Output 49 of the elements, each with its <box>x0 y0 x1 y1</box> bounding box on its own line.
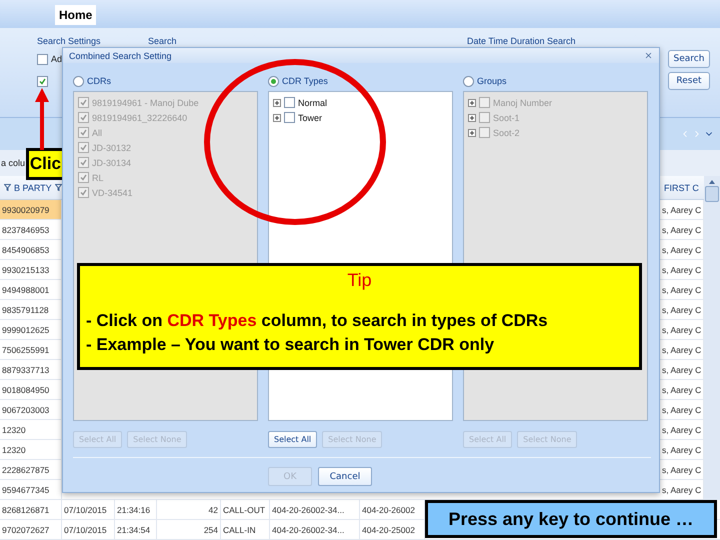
scrollbar-thumb[interactable] <box>705 186 719 202</box>
radio-label: Groups <box>477 76 507 86</box>
table-cell: 254 <box>157 520 221 539</box>
table-cell: 07/10/2015 <box>62 500 115 519</box>
list-item[interactable]: Normal <box>298 98 328 108</box>
expand-icon[interactable] <box>273 114 281 122</box>
radio-button[interactable] <box>268 76 279 86</box>
table-cell: 9702072627 <box>0 520 62 539</box>
group-label: Search <box>148 36 178 48</box>
checkbox[interactable] <box>37 76 48 86</box>
checkbox[interactable] <box>284 112 295 123</box>
ribbon-button[interactable]: Search <box>668 50 710 68</box>
arrow <box>35 88 49 150</box>
checkbox[interactable] <box>284 97 295 108</box>
filter-icon[interactable] <box>54 184 62 191</box>
home-tab[interactable]: Home <box>55 5 96 25</box>
table-cell: 42 <box>157 500 221 519</box>
dialog-button[interactable]: Cancel <box>318 467 372 486</box>
group-hint: a colu <box>1 158 26 168</box>
column-header[interactable]: FIRST C <box>660 176 704 199</box>
callout-label: Clic <box>26 148 62 180</box>
table-cell: CALL-OUT <box>221 500 270 519</box>
filter-icon[interactable] <box>4 184 11 191</box>
table-cell: CALL-IN <box>221 520 270 539</box>
list-item[interactable]: Tower <box>298 112 322 122</box>
table-cell: 9930020979 <box>0 200 62 219</box>
table-cell: 8268126871 <box>0 500 62 519</box>
checkbox-label: Ad <box>51 54 62 64</box>
tip-text: - Click on CDR Types column, to search in types of CDRs <box>86 310 549 332</box>
table-cell: 21:34:54 <box>115 520 157 539</box>
group-label: Search Settings <box>37 36 102 48</box>
table-cell: 404-20-26002-34... <box>270 500 360 519</box>
dialog-title: Combined Search Setting <box>69 50 172 60</box>
continue-prompt: Press any key to continue … <box>425 500 717 538</box>
radio-label: CDR Types <box>282 76 328 86</box>
ribbon-button[interactable]: Reset <box>668 72 710 90</box>
checkbox[interactable] <box>37 54 48 64</box>
table-cell: 07/10/2015 <box>62 520 115 539</box>
close-icon[interactable] <box>644 51 653 60</box>
scrollbar[interactable] <box>704 176 720 500</box>
radio-label: CDRs <box>87 76 111 86</box>
table-cell: 404-20-26002-34... <box>270 520 360 539</box>
up-arrow-icon[interactable] <box>709 180 715 184</box>
group-label: Date Time Duration Search <box>467 36 577 48</box>
tip-text: - Example – You want to search in Tower CDR only <box>86 334 496 356</box>
tip-title: Tip <box>346 270 373 291</box>
table-cell: 21:34:16 <box>115 500 157 519</box>
expand-icon[interactable] <box>273 98 281 106</box>
select-button[interactable]: Select All <box>268 431 318 448</box>
